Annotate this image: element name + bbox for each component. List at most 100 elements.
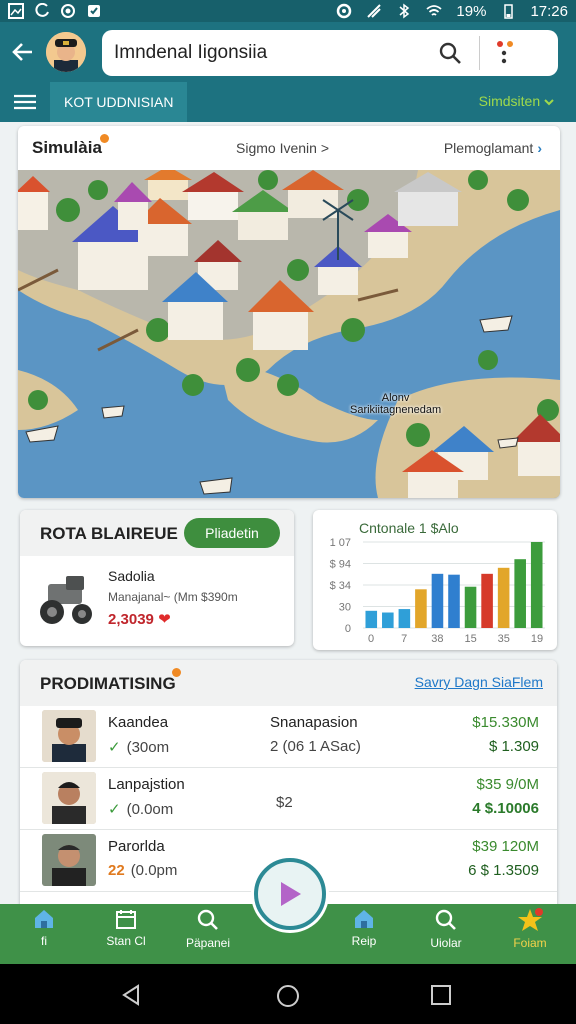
- rota-item-sub: Manajanal~ (Mm $390m: [108, 590, 238, 604]
- search-icon[interactable]: [438, 41, 462, 65]
- nav-label: Päpanei: [185, 936, 231, 950]
- y-tick-label: $ 34: [330, 580, 351, 592]
- nav-label: fi: [41, 934, 47, 948]
- nav-item-schedule[interactable]: Stan Cl: [86, 908, 166, 948]
- row-price2: $ 1.309: [488, 738, 539, 755]
- row-name: Kaandea: [108, 714, 169, 731]
- tab-active[interactable]: KOT UDDNISIAN: [50, 82, 188, 122]
- chart-bar: [382, 612, 394, 628]
- products-title: PRODIMATISING: [40, 674, 176, 693]
- home-icon: [355, 910, 373, 928]
- products-link[interactable]: Savry Dagn SiaFlem: [415, 674, 543, 690]
- row-mid-top: Snanapasion: [270, 714, 358, 731]
- rota-title: ROTA BLAIREUE: [40, 524, 178, 543]
- tab-strip: KOT UDDNISIAN Simdsiten: [0, 82, 576, 122]
- row-price2: 6 $ 1.3509: [468, 862, 539, 879]
- x-tick-label: 38: [431, 633, 443, 645]
- simulation-mid-link[interactable]: Sigmo Ivenin >: [236, 140, 329, 156]
- chart-bar: [464, 586, 477, 628]
- y-tick-label: 30: [339, 602, 351, 614]
- chart-bar: [415, 589, 427, 628]
- row-sub: (30om: [126, 739, 170, 756]
- chart-card: Cntonale 1 $Alo 1 07 $ 94 $ 34 30 0 0 7 38 15 35 1…: [313, 510, 557, 650]
- home-circle-icon[interactable]: [276, 984, 300, 1008]
- y-tick-label: 1 07: [330, 537, 351, 549]
- search-bar[interactable]: Imndenal Iigonsiia: [102, 30, 558, 76]
- rota-card: ROTA BLAIREUE Pliadetin Sadolia Manajana…: [20, 510, 294, 646]
- chart-bar: [431, 573, 444, 628]
- products-header: PRODIMATISING Savry Dagn SiaFlem: [20, 660, 557, 706]
- recents-square-icon[interactable]: [430, 984, 452, 1006]
- tab-right[interactable]: Simdsiten: [479, 93, 554, 109]
- calendar-icon: [116, 910, 136, 929]
- back-triangle-icon[interactable]: [120, 984, 142, 1006]
- avatar[interactable]: [46, 32, 86, 72]
- bar-chart: 1 07 $ 94 $ 34 30 0 0 7 38 15 35 19: [330, 537, 545, 645]
- row-name: Lanpajstion: [108, 776, 185, 793]
- simulation-right-link[interactable]: Plemoglamant ›: [444, 140, 542, 156]
- chart-bar: [448, 574, 460, 628]
- wifi-icon: [426, 5, 443, 16]
- nav-item-home[interactable]: fi: [4, 908, 84, 948]
- nav-item-forum[interactable]: Foiam: [490, 908, 570, 950]
- nav-item-search[interactable]: Päpanei: [168, 908, 248, 950]
- notification-dot: [172, 668, 181, 677]
- rota-item-value: 2,3039: [108, 611, 154, 628]
- search-icon: [197, 909, 218, 930]
- tab-right-label: Simdsiten: [478, 93, 541, 109]
- person-avatar-icon: [42, 710, 96, 762]
- person-avatar-icon: [42, 772, 96, 824]
- simulation-header: Simulàia Sigmo Ivenin > Plemoglamant ›: [18, 126, 560, 170]
- battery-percent: 19%: [456, 2, 487, 20]
- overflow-menu-icon[interactable]: [549, 40, 557, 66]
- chart-bar: [481, 573, 493, 628]
- heart-icon[interactable]: ❤: [158, 611, 171, 628]
- avatar: [42, 834, 96, 886]
- hamburger-icon: [14, 94, 36, 110]
- more-options-icon[interactable]: [494, 40, 514, 66]
- simulation-card: Simulàia Sigmo Ivenin > Plemoglamant › A…: [18, 126, 560, 498]
- nav-label: Foiam: [513, 936, 547, 950]
- chevron-right-icon: ›: [537, 140, 542, 156]
- avatar: [42, 772, 96, 824]
- x-tick-label: 35: [498, 633, 510, 645]
- clock: 17:26: [530, 2, 568, 20]
- nav-label: Reip: [351, 934, 377, 948]
- bluetooth-icon: [399, 3, 410, 19]
- simulation-title: Simulàia: [32, 138, 102, 157]
- map-label: Alonv Sarikiitagnenedam: [350, 392, 441, 416]
- star-icon: [518, 908, 543, 931]
- town-map[interactable]: [18, 170, 560, 498]
- map-label-line1: Alonv: [381, 392, 410, 404]
- table-row[interactable]: Lanpajstion ✓ (0.0om $2 $35 9/0M 4 $.1000…: [20, 768, 557, 830]
- y-tick-label: 0: [345, 623, 351, 635]
- row-sub-wrap: ✓ (30om: [108, 738, 169, 756]
- table-row[interactable]: Kaandea ✓ (30om Snanapasion 2 (06 1 ASac)…: [20, 706, 557, 768]
- row-price1: $39 120M: [472, 838, 539, 855]
- avatar: [42, 710, 96, 762]
- menu-button[interactable]: [0, 82, 50, 122]
- y-tick-label: $ 94: [330, 559, 351, 571]
- back-button[interactable]: [0, 22, 46, 82]
- arrow-left-icon: [12, 43, 32, 61]
- row-sub: (0.0om: [126, 801, 174, 818]
- play-icon: [281, 882, 301, 906]
- rota-action-button[interactable]: Pliadetin: [184, 518, 280, 548]
- simulation-right-label: Plemoglamant: [443, 140, 534, 156]
- nav-item-explore[interactable]: Uiolar: [406, 908, 486, 950]
- row-price1: $35 9/0M: [476, 776, 539, 793]
- play-button[interactable]: [254, 858, 326, 930]
- system-nav-bar: [0, 964, 576, 1024]
- map-label-line2: Sarikiitagnenedam: [350, 404, 442, 416]
- row-price1: $15.330M: [472, 714, 539, 731]
- chart-bar: [514, 559, 526, 628]
- nav-item-repair[interactable]: Reip: [324, 908, 404, 948]
- chart-bar: [398, 609, 411, 628]
- nfc-icon: [337, 3, 352, 19]
- row-mid: 2 (06 1 ASac): [270, 738, 361, 755]
- search-divider: [479, 36, 480, 70]
- record-icon: [61, 4, 75, 18]
- status-bar: 19% 17:26: [0, 0, 576, 22]
- image-icon: [8, 3, 24, 19]
- person-avatar-icon: [42, 834, 96, 886]
